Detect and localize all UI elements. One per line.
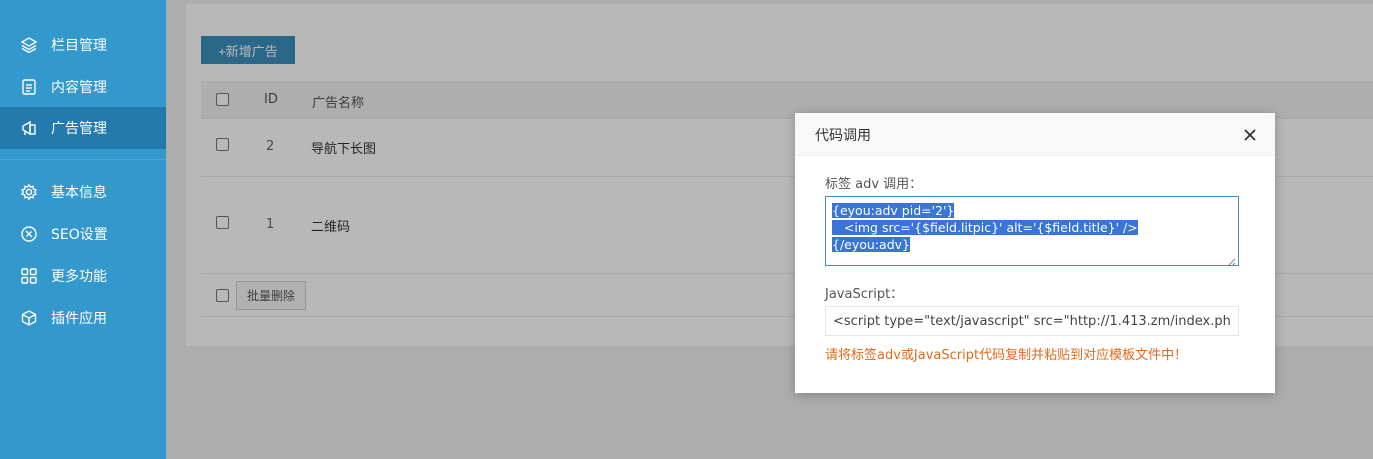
gear-icon xyxy=(20,183,38,201)
code-call-dialog: 代码调用 标签 adv 调用： {eyou:adv pid='2'} <img … xyxy=(795,113,1275,393)
sidebar-item-more-features[interactable]: 更多功能 xyxy=(0,255,166,297)
sidebar-item-label: 内容管理 xyxy=(51,80,107,96)
document-icon xyxy=(20,78,38,96)
sidebar-item-column-management[interactable]: 栏目管理 xyxy=(0,24,166,66)
sidebar-item-label: 广告管理 xyxy=(51,121,107,137)
layers-icon xyxy=(20,36,38,54)
code-line: {eyou:adv pid='2'} xyxy=(832,203,955,218)
tag-label: 标签 adv 调用： xyxy=(825,177,923,192)
sidebar-item-ad-management[interactable]: 广告管理 xyxy=(0,107,166,149)
sidebar: 栏目管理 内容管理 广告管理 基本信息 SEO设置 更多功能 插件应用 xyxy=(0,0,166,459)
sidebar-item-label: 插件应用 xyxy=(51,311,107,327)
sidebar-item-label: 栏目管理 xyxy=(51,38,107,54)
dialog-header: 代码调用 xyxy=(795,113,1275,156)
sidebar-item-label: 更多功能 xyxy=(51,269,107,285)
close-icon[interactable] xyxy=(1241,126,1259,144)
resize-handle-icon[interactable] xyxy=(1227,254,1236,265)
sidebar-item-label: 基本信息 xyxy=(51,185,107,201)
seo-icon xyxy=(20,225,38,243)
sidebar-divider xyxy=(0,159,166,160)
dialog-title: 代码调用 xyxy=(815,128,871,144)
grid-icon xyxy=(20,267,38,285)
hint-text: 请将标签adv或JavaScript代码复制并粘贴到对应模板文件中！ xyxy=(825,348,1188,363)
sidebar-item-plugins[interactable]: 插件应用 xyxy=(0,297,166,339)
sidebar-item-content-management[interactable]: 内容管理 xyxy=(0,66,166,108)
js-label: JavaScript： xyxy=(825,287,904,302)
cube-icon xyxy=(20,309,38,327)
code-line: {/eyou:adv} xyxy=(832,237,910,252)
sidebar-item-label: SEO设置 xyxy=(51,227,108,243)
sidebar-item-seo-settings[interactable]: SEO设置 xyxy=(0,213,166,255)
code-line: <img src='{$field.litpic}' alt='{$field.… xyxy=(832,220,1138,235)
sidebar-item-basic-info[interactable]: 基本信息 xyxy=(0,171,166,213)
tag-code-textarea[interactable]: {eyou:adv pid='2'} <img src='{$field.lit… xyxy=(825,196,1239,266)
ad-icon xyxy=(20,119,38,137)
js-code-input[interactable] xyxy=(825,306,1239,336)
